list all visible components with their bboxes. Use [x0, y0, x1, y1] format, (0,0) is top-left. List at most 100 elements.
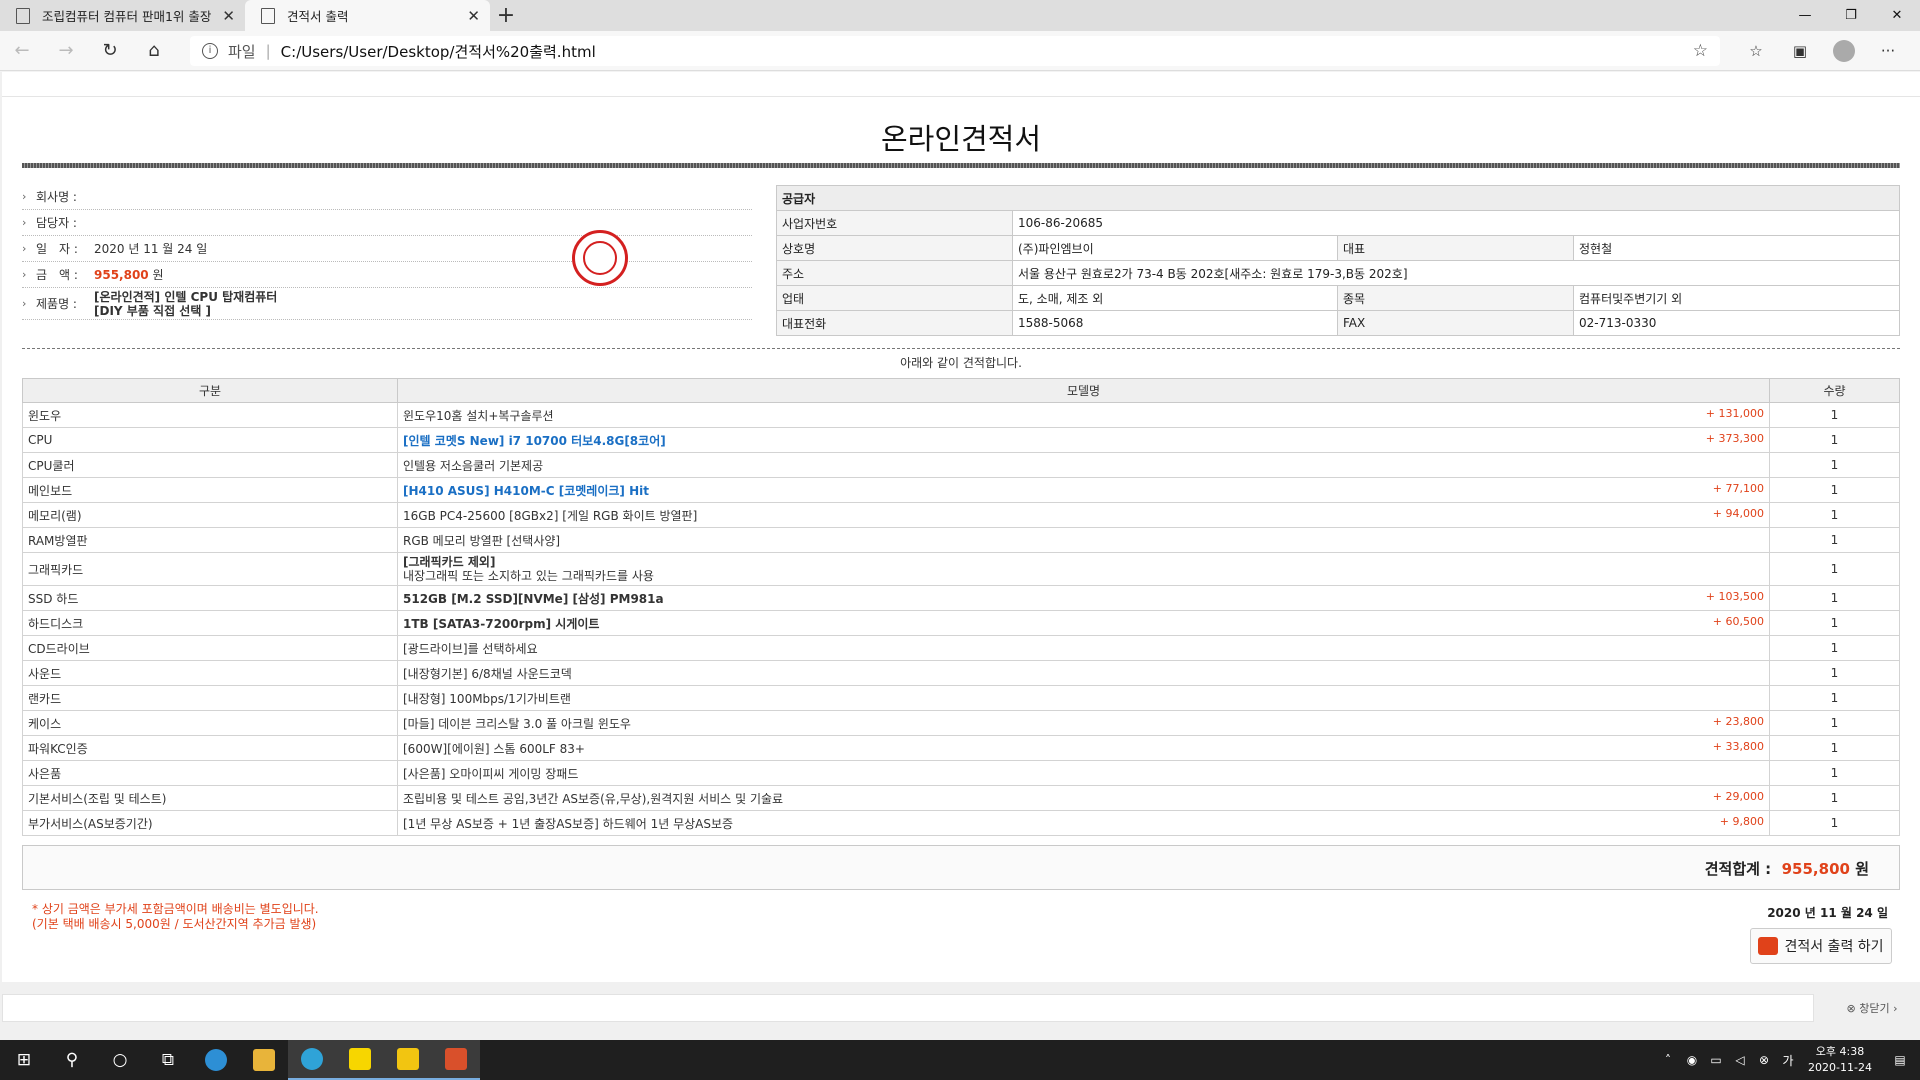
reload-button[interactable]: ↻ — [88, 31, 132, 71]
kakaotalk-icon[interactable] — [336, 1040, 384, 1080]
fax-value: 02-713-0330 — [1573, 310, 1900, 336]
product-row: › 제품명 : [온라인견적] 인텔 CPU 탑재컴퓨터 [DIY 부품 직접 … — [22, 288, 752, 320]
avatar — [1833, 40, 1855, 62]
cortana-icon[interactable]: ○ — [96, 1040, 144, 1080]
row-qty: 1 — [1769, 610, 1900, 636]
row-model-cell: + 94,000 16GB PC4-25600 [8GBx2] [게일 RGB 화… — [397, 502, 1770, 528]
print-estimate-button[interactable]: 견적서 출력 하기 — [1750, 928, 1892, 964]
kakaotalk-tray-icon[interactable]: ◉ — [1680, 1053, 1704, 1067]
row-model: [사은품] 오마이피씨 게이밍 장패드 — [403, 766, 579, 781]
chevron-up-icon[interactable]: ˄ — [1656, 1053, 1680, 1067]
row-model-cell: + 373,300 [인텔 코멧S New] i7 10700 터보4.8G[8코… — [397, 427, 1770, 453]
row-qty: 1 — [1769, 402, 1900, 428]
browser-toolbar: ← → ↻ ⌂ i 파일 | C:/Users/User/Desktop/견적서… — [0, 31, 1920, 71]
close-tab-icon[interactable]: ✕ — [222, 7, 235, 25]
table-row: CPU쿨러 인텔용 저소음쿨러 기본제공 1 — [22, 452, 1900, 478]
tab-computer-shop[interactable]: 조립컴퓨터 컴퓨터 판매1위 출장 ✕ — [0, 0, 245, 31]
chevron-right-icon: › — [22, 268, 27, 281]
row-model-cell: + 29,000 조립비용 및 테스트 공임,3년간 AS보증(유,무상),원격지… — [397, 785, 1770, 811]
row-model-cell: + 77,100 [H410 ASUS] H410M-C [코멧레이크] Hit — [397, 477, 1770, 503]
task-view-icon[interactable]: ⧉ — [144, 1040, 192, 1080]
row-category: SSD 하드 — [22, 585, 398, 611]
tab-title: 조립컴퓨터 컴퓨터 판매1위 출장 — [42, 9, 212, 24]
row-model: 조립비용 및 테스트 공임,3년간 AS보증(유,무상),원격지원 서비스 및 … — [403, 791, 784, 806]
estimate-notice: 아래와 같이 견적합니다. — [900, 356, 1022, 370]
clock[interactable]: 오후 4:38 2020-11-24 — [1800, 1044, 1880, 1076]
back-button[interactable]: ← — [0, 31, 44, 71]
total-value: 955,800 — [1781, 859, 1850, 878]
col-qty: 수량 — [1769, 378, 1900, 403]
ceo-label: 대표 — [1337, 235, 1574, 261]
table-row: 사운드 [내장형기본] 6/8채널 사운드코덱 1 — [22, 660, 1900, 686]
home-button[interactable]: ⌂ — [132, 31, 176, 71]
ie-glyph — [205, 1049, 227, 1071]
row-price: + 9,800 — [1719, 814, 1764, 828]
row-price: + 29,000 — [1712, 789, 1764, 803]
tab-title: 견적서 출력 — [287, 9, 349, 24]
volume-icon[interactable]: ◁ — [1728, 1053, 1752, 1067]
row-price: + 77,100 — [1712, 481, 1764, 495]
table-row: 랜카드 [내장형] 100Mbps/1기가비트랜 1 — [22, 685, 1900, 711]
info-icon[interactable]: i — [202, 43, 218, 59]
tab-estimate-print[interactable]: 견적서 출력 ✕ — [245, 0, 490, 31]
forward-button[interactable]: → — [44, 31, 88, 71]
date-row: › 일 자 : 2020 년 11 월 24 일 — [22, 236, 752, 262]
app-icon[interactable] — [432, 1040, 480, 1080]
row-category: 그래픽카드 — [22, 552, 398, 586]
ime-icon[interactable]: 가 — [1776, 1052, 1800, 1069]
row-category: CPU쿨러 — [22, 452, 398, 478]
sticky-notes-icon[interactable] — [384, 1040, 432, 1080]
minimize-button[interactable]: — — [1782, 0, 1828, 31]
favorites-icon[interactable]: ☆ — [1734, 31, 1778, 71]
row-category: 사운드 — [22, 660, 398, 686]
row-category: 부가서비스(AS보증기간) — [22, 810, 398, 836]
window-controls: — ❐ ✕ — [1782, 0, 1920, 31]
row-model-cell: RGB 메모리 방열판 [선택사양] — [397, 527, 1770, 553]
row-model: [H410 ASUS] H410M-C [코멧레이크] Hit — [403, 483, 649, 498]
ie-icon[interactable] — [192, 1040, 240, 1080]
notification-icon[interactable]: ▤ — [1880, 1053, 1920, 1067]
row-qty: 1 — [1769, 552, 1900, 586]
row-model-cell: [사은품] 오마이피씨 게이밍 장패드 — [397, 760, 1770, 786]
row-qty: 1 — [1769, 785, 1900, 811]
footer-date: 2020 년 11 월 24 일 — [1767, 906, 1888, 920]
address-bar[interactable]: i 파일 | C:/Users/User/Desktop/견적서%20출력.ht… — [190, 36, 1720, 66]
table-row: 기본서비스(조립 및 테스트) + 29,000 조립비용 및 테스트 공임,3년… — [22, 785, 1900, 811]
page-title: 온라인견적서 — [880, 122, 1042, 156]
row-category: 랜카드 — [22, 685, 398, 711]
customer-info: › 회사명 : › 담당자 : › 일 자 : 2020 년 11 월 24 일… — [22, 184, 752, 320]
chevron-right-icon: › — [22, 242, 27, 255]
bottom-frame-bar — [2, 994, 1814, 1022]
row-category: 윈도우 — [22, 402, 398, 428]
row-model-detail: 내장그래픽 또는 소지하고 있는 그래픽카드를 사용 — [403, 569, 654, 583]
row-model: [1년 무상 AS보증 + 1년 출장AS보증] 하드웨어 1년 무상AS보증 — [403, 816, 734, 831]
row-model: [광드라이브]를 선택하세요 — [403, 641, 538, 656]
collections-icon[interactable]: ▣ — [1778, 31, 1822, 71]
network-icon[interactable]: ▭ — [1704, 1053, 1728, 1067]
address-protocol: 파일 — [228, 42, 256, 61]
edge-icon[interactable] — [288, 1040, 336, 1080]
close-window-link[interactable]: ⊗ 창닫기 › — [1832, 998, 1912, 1018]
estimate-page: 온라인견적서 › 회사명 : › 담당자 : › 일 자 : 2020 년 11… — [2, 72, 1920, 982]
address-url: C:/Users/User/Desktop/견적서%20출력.html — [280, 42, 596, 61]
maximize-button[interactable]: ❐ — [1828, 0, 1874, 31]
close-window-button[interactable]: ✕ — [1874, 0, 1920, 31]
title-divider — [22, 163, 1900, 168]
more-menu-icon[interactable]: ··· — [1866, 31, 1910, 71]
new-tab-button[interactable]: + — [490, 0, 522, 31]
table-row: SSD 하드 + 103,500 512GB [M.2 SSD][NVMe] [삼… — [22, 585, 1900, 611]
blocked-icon[interactable]: ⊗ — [1752, 1053, 1776, 1067]
row-price: + 60,500 — [1712, 614, 1764, 628]
close-tab-icon[interactable]: ✕ — [467, 7, 480, 25]
row-model: [그래픽카드 제외] — [403, 555, 496, 569]
row-qty: 1 — [1769, 635, 1900, 661]
ceo-value: 정현철 — [1573, 235, 1900, 261]
profile-button[interactable] — [1822, 31, 1866, 71]
start-button[interactable]: ⊞ — [0, 1040, 48, 1080]
row-model: [600W][에이원] 스톰 600LF 83+ — [403, 741, 585, 756]
search-icon[interactable]: ⚲ — [48, 1040, 96, 1080]
row-model-cell: [그래픽카드 제외] 내장그래픽 또는 소지하고 있는 그래픽카드를 사용 — [397, 552, 1770, 586]
favorite-star-icon[interactable]: ☆ — [1693, 41, 1708, 61]
file-explorer-icon[interactable] — [240, 1040, 288, 1080]
row-category: RAM방열판 — [22, 527, 398, 553]
